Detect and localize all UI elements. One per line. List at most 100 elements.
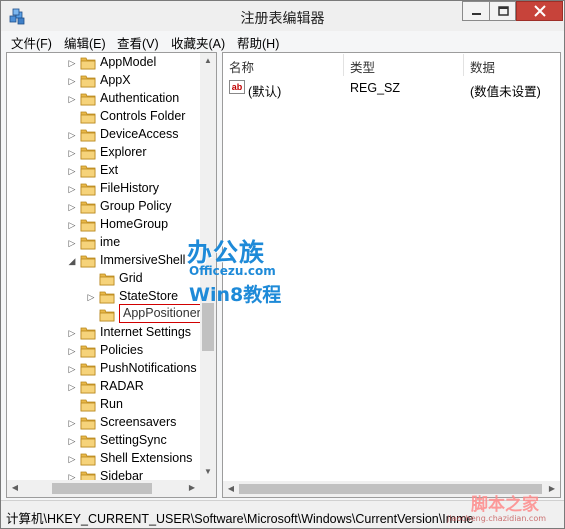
tree-item-label: DeviceAccess (100, 127, 179, 141)
collapse-arrow-icon[interactable]: ▷ (67, 435, 77, 447)
tree-item-label: HomeGroup (100, 217, 169, 231)
scroll-down-arrow-icon[interactable]: ▼ (200, 464, 216, 480)
tree-item[interactable]: Run (7, 396, 197, 414)
collapse-arrow-icon[interactable]: ▷ (67, 129, 77, 141)
column-separator[interactable] (463, 54, 464, 76)
folder-icon (80, 109, 96, 124)
collapse-arrow-icon[interactable]: ▷ (86, 291, 96, 303)
tree-horizontal-scroll-thumb[interactable] (52, 483, 152, 494)
collapse-arrow-icon[interactable]: ▷ (67, 147, 77, 159)
minimize-button[interactable] (462, 1, 489, 21)
tree-item[interactable]: Grid (7, 270, 197, 288)
tree-item-label: Run (100, 397, 123, 411)
maximize-icon (498, 6, 509, 16)
title-bar[interactable]: 注册表编辑器 (1, 1, 564, 31)
folder-icon (80, 217, 96, 232)
folder-icon (99, 271, 115, 286)
folder-icon (80, 451, 96, 466)
tree-item[interactable]: ▷ Shell Extensions (7, 450, 197, 468)
folder-icon (80, 325, 96, 340)
tree-item[interactable]: ▷ ime (7, 234, 197, 252)
scroll-right-arrow-icon[interactable]: ▶ (544, 481, 560, 497)
folder-icon (80, 199, 96, 214)
folder-icon (99, 307, 115, 322)
value-data: (数值未设置) (470, 85, 541, 99)
tree-item-label: Group Policy (100, 199, 172, 213)
collapse-arrow-icon[interactable]: ▷ (67, 381, 77, 393)
key-tree-pane[interactable]: ▷ AppModel ▷ AppX ▷ Authentication Controls Fo… (6, 52, 217, 498)
tree-item[interactable]: ▷ Group Policy (7, 198, 197, 216)
menu-edit[interactable]: 编辑(E) (64, 33, 106, 52)
collapse-arrow-icon[interactable]: ▷ (67, 183, 77, 195)
menu-favorites[interactable]: 收藏夹(A) (171, 33, 225, 52)
collapse-arrow-icon[interactable]: ▷ (67, 327, 77, 339)
collapse-arrow-icon[interactable]: ▷ (67, 237, 77, 249)
collapse-arrow-icon[interactable]: ▷ (67, 345, 77, 357)
collapse-arrow-icon[interactable]: ▷ (67, 93, 77, 105)
tree-item[interactable]: ▷ Authentication (7, 90, 197, 108)
tree-item-label: Ext (100, 163, 119, 177)
tree-item[interactable]: Controls Folder (7, 108, 197, 126)
column-header-data[interactable]: 数据 (470, 57, 495, 76)
column-separator[interactable] (343, 54, 344, 76)
tree-item[interactable]: ▷ Screensavers (7, 414, 197, 432)
tree-item-label: Screensavers (100, 415, 177, 429)
maximize-button[interactable] (489, 1, 516, 21)
scroll-up-arrow-icon[interactable]: ▲ (200, 53, 216, 69)
collapse-arrow-icon[interactable]: ▷ (67, 75, 77, 87)
tree-item-label: Authentication (100, 91, 180, 105)
column-header-name[interactable]: 名称 (229, 57, 254, 76)
folder-icon (80, 55, 96, 70)
collapse-arrow-icon[interactable]: ▷ (67, 201, 77, 213)
menu-view[interactable]: 查看(V) (117, 33, 159, 52)
collapse-arrow-icon[interactable]: ▷ (67, 417, 77, 429)
tree-item[interactable]: ▷ PushNotifications (7, 360, 197, 378)
scroll-right-arrow-icon[interactable]: ▶ (184, 480, 200, 496)
folder-icon (80, 235, 96, 250)
tree-item[interactable]: ▷ Policies (7, 342, 197, 360)
folder-icon (80, 73, 96, 88)
tree-item[interactable]: ▷ Explorer (7, 144, 197, 162)
tree-item[interactable]: ▷ SettingSync (7, 432, 197, 450)
value-row-default[interactable]: ab (默认) REG_SZ (数值未设置) (223, 79, 560, 99)
tree-item[interactable]: ▷ AppModel (7, 54, 197, 72)
watermark-win8: Win8教程 (189, 284, 282, 306)
watermark-domain: Officezu.com (189, 264, 276, 278)
tree-item[interactable]: ▷ RADAR (7, 378, 197, 396)
expand-arrow-icon[interactable]: ◢ (67, 255, 77, 267)
folder-icon (80, 361, 96, 376)
scroll-left-arrow-icon[interactable]: ◀ (7, 480, 23, 496)
folder-icon (80, 127, 96, 142)
collapse-arrow-icon[interactable]: ▷ (67, 165, 77, 177)
folder-icon (80, 145, 96, 160)
folder-icon (80, 433, 96, 448)
tree-item[interactable]: ▷ Ext (7, 162, 197, 180)
close-button[interactable] (516, 1, 563, 21)
scroll-left-arrow-icon[interactable]: ◀ (223, 481, 239, 497)
tree-item[interactable]: AppPositioner (7, 304, 205, 324)
tree-item[interactable]: ▷ AppX (7, 72, 197, 90)
collapse-arrow-icon[interactable]: ▷ (67, 363, 77, 375)
collapse-arrow-icon[interactable]: ▷ (67, 219, 77, 231)
tree-item[interactable]: ◢ ImmersiveShell (7, 252, 197, 270)
watermark-corner-cn: 脚本之家 (471, 495, 539, 515)
tree-item-label: Internet Settings (100, 325, 192, 339)
menu-file[interactable]: 文件(F) (11, 33, 52, 52)
tree-item[interactable]: ▷ HomeGroup (7, 216, 197, 234)
column-header-type[interactable]: 类型 (350, 57, 375, 76)
minimize-icon (472, 13, 481, 15)
menu-help[interactable]: 帮助(H) (237, 33, 279, 52)
tree-item[interactable]: ▷ DeviceAccess (7, 126, 197, 144)
tree-item-label: AppX (100, 73, 131, 87)
tree-item[interactable]: ▷ FileHistory (7, 180, 197, 198)
collapse-arrow-icon[interactable]: ▷ (67, 57, 77, 69)
tree-item-label: SettingSync (100, 433, 167, 447)
tree-item-label: AppModel (100, 55, 157, 69)
tree-item[interactable]: ▷ Internet Settings (7, 324, 197, 342)
scrollbar-corner (200, 480, 216, 497)
collapse-arrow-icon[interactable]: ▷ (67, 453, 77, 465)
tree-vertical-scroll-thumb[interactable] (202, 303, 214, 351)
tree-item-label: StateStore (119, 289, 179, 303)
value-name: (默认) (248, 85, 282, 99)
tree-horizontal-scrollbar[interactable]: ◀ ▶ (7, 480, 200, 497)
